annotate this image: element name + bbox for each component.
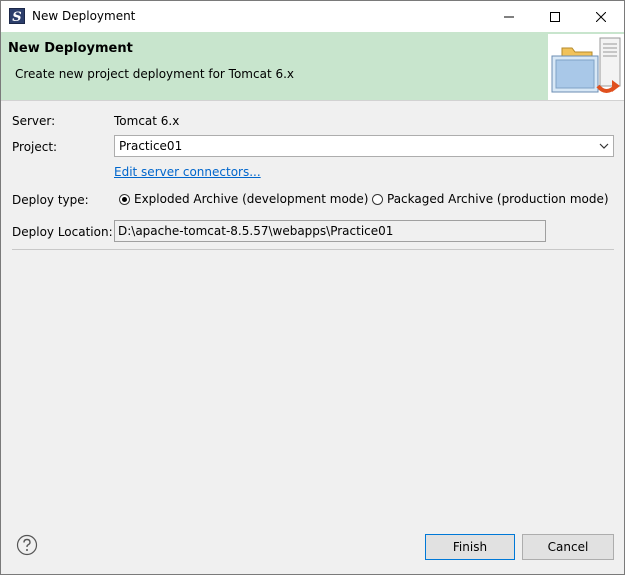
cancel-button[interactable]: Cancel	[522, 534, 614, 560]
radio-exploded-archive[interactable]: Exploded Archive (development mode)	[119, 192, 369, 206]
dialog-window: S New Deployment New Deployment Create n…	[0, 0, 625, 575]
project-select-value: Practice01	[119, 139, 183, 153]
close-button[interactable]	[578, 1, 624, 32]
svg-text:S: S	[12, 10, 21, 24]
title-bar[interactable]: S New Deployment	[1, 1, 624, 32]
eclipse-s-icon: S	[9, 8, 25, 24]
radio-packaged-label: Packaged Archive (production mode)	[387, 192, 609, 206]
project-label: Project:	[12, 140, 58, 154]
deploy-location-value: D:\apache-tomcat-8.5.57\webapps\Practice…	[118, 224, 394, 238]
radio-packaged-indicator[interactable]	[372, 193, 383, 205]
minimize-button[interactable]	[486, 1, 532, 32]
finish-button-label: Finish	[452, 540, 488, 554]
separator	[12, 249, 614, 250]
chevron-down-icon	[599, 143, 609, 149]
help-icon[interactable]	[16, 534, 38, 556]
server-value: Tomcat 6.x	[114, 114, 180, 128]
maximize-button[interactable]	[532, 1, 578, 32]
deploy-type-label: Deploy type:	[12, 193, 89, 207]
window-title: New Deployment	[32, 9, 136, 23]
radio-packaged-archive[interactable]: Packaged Archive (production mode)	[372, 192, 609, 206]
close-icon	[596, 11, 606, 22]
radio-exploded-indicator[interactable]	[119, 193, 130, 205]
edit-server-connectors-link[interactable]: Edit server connectors...	[114, 165, 261, 179]
deploy-location-field[interactable]: D:\apache-tomcat-8.5.57\webapps\Practice…	[114, 220, 546, 242]
server-label: Server:	[12, 114, 56, 128]
deploy-location-label: Deploy Location:	[12, 225, 113, 239]
minimize-icon	[504, 16, 514, 17]
finish-button[interactable]: Finish	[425, 534, 515, 560]
banner-title: New Deployment	[8, 41, 133, 56]
radio-exploded-label: Exploded Archive (development mode)	[134, 192, 369, 206]
deployment-folder-icon	[548, 34, 624, 100]
maximize-icon	[550, 11, 560, 22]
banner-description: Create new project deployment for Tomcat…	[15, 67, 295, 81]
project-select[interactable]: Practice01	[114, 135, 614, 157]
wizard-banner: New Deployment Create new project deploy…	[1, 32, 624, 101]
cancel-button-label: Cancel	[547, 540, 589, 554]
